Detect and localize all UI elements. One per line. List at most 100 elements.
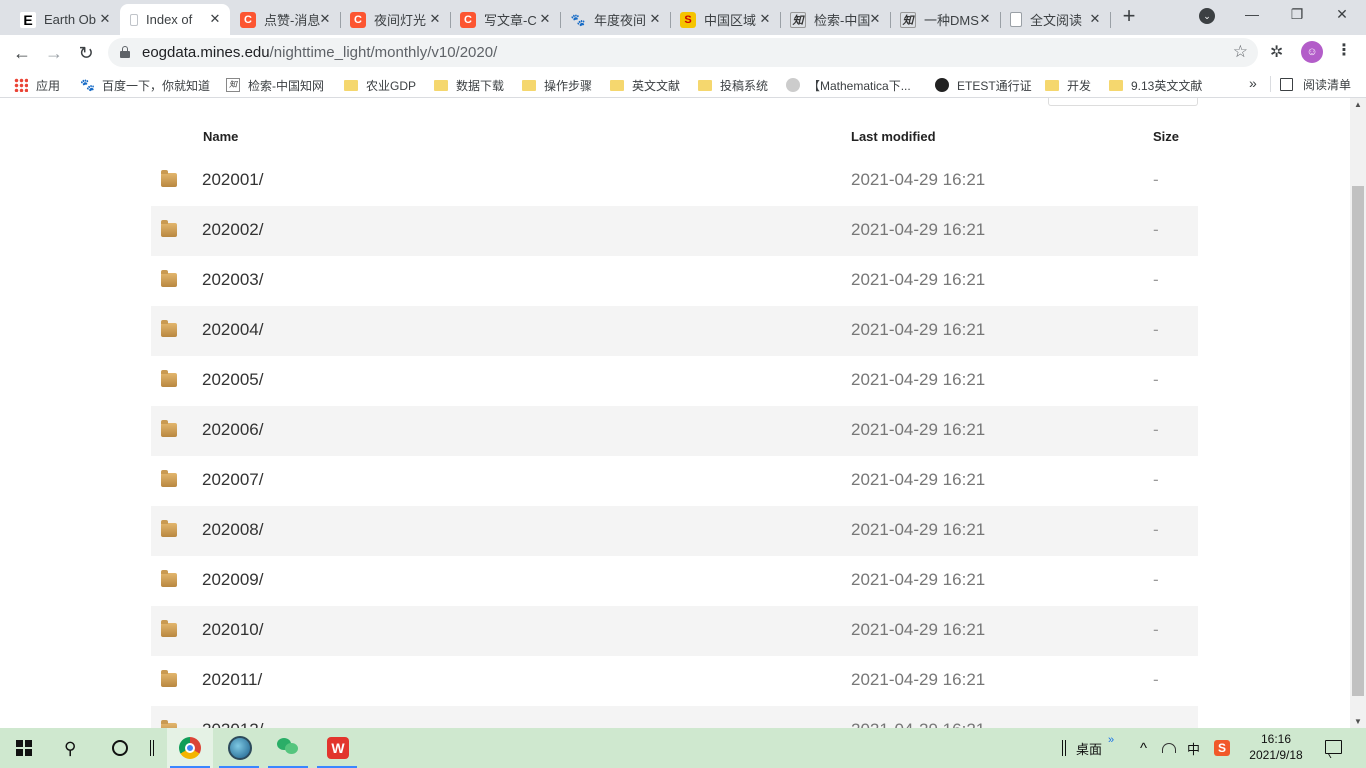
last-modified-cell: 2021-04-29 16:21 [851,620,986,639]
bookmark-item[interactable]: ETEST通行证 [935,76,1032,94]
ime-indicator[interactable]: 中 [1187,728,1200,768]
folder-link[interactable]: 202010/ [202,620,263,640]
tab-close-icon[interactable]: ✕ [978,12,992,26]
size-column-header[interactable]: Size [1153,129,1179,144]
tab-close-icon[interactable]: ✕ [538,12,552,26]
vertical-scrollbar[interactable]: ▲ ▼ [1350,98,1366,728]
folder-link[interactable]: 202007/ [202,470,263,490]
bookmark-item[interactable]: 投稿系统 [698,76,768,94]
table-row[interactable]: 202001/2021-04-29 16:21 - [151,156,1198,206]
browser-tab[interactable]: C 写文章-C ✕ [450,4,561,35]
bookmark-item[interactable]: 知检索-中国知网 [226,76,324,94]
window-close-button[interactable]: ✕ [1330,6,1354,26]
new-tab-button[interactable]: + [1118,5,1140,28]
browser-tab[interactable]: C 夜间灯光 ✕ [340,4,451,35]
bookmark-item[interactable]: 应用 [14,76,60,94]
browser-tab[interactable]: E Earth Ob ✕ [10,4,120,35]
taskbar-wechat-app[interactable] [265,728,311,768]
tab-close-icon[interactable]: ✕ [428,12,442,26]
table-row[interactable]: 202009/2021-04-29 16:21 - [151,556,1198,606]
forward-button[interactable]: → [42,41,66,65]
tab-close-icon[interactable]: ✕ [98,12,112,26]
desktop-chevron-icon[interactable]: » [1108,720,1114,760]
folder-link[interactable]: 202003/ [202,270,263,290]
tab-close-icon[interactable]: ✕ [648,12,662,26]
folder-link[interactable]: 202002/ [202,220,263,240]
extensions-puzzle-icon[interactable]: ✲ [1270,42,1283,62]
tab-close-icon[interactable]: ✕ [1088,12,1102,26]
bookmark-item[interactable]: 数据下载 [434,76,504,94]
restore-button[interactable]: ❐ [1285,6,1309,26]
bookmark-item[interactable]: 【Mathematica下... [786,76,911,94]
browser-tab[interactable]: S 中国区域 ✕ [670,4,781,35]
browser-tab[interactable]: C 点赞-消息 ✕ [230,4,341,35]
browser-tab[interactable]: 全文阅读 ✕ [1000,4,1111,35]
name-column-header[interactable]: Name [203,129,238,144]
table-row[interactable]: 202011/2021-04-29 16:21 - [151,656,1198,706]
more-bookmarks-chevron-icon[interactable]: » [1249,75,1257,91]
folder-link[interactable]: 202012/ [202,720,263,728]
folder-link[interactable]: 202004/ [202,320,263,340]
bookmark-item[interactable]: 开发 [1045,76,1091,94]
system-clock[interactable]: 16:16 2021/9/18 [1238,731,1314,763]
reading-list-button[interactable]: 阅读清单 [1280,76,1351,93]
tab-close-icon[interactable]: ✕ [758,12,772,26]
bookmark-star-icon[interactable]: ☆ [1233,42,1248,62]
table-row[interactable]: 202006/2021-04-29 16:21 - [151,406,1198,456]
tab-search-button[interactable]: ⌄ [1199,8,1215,24]
table-row[interactable]: 202002/2021-04-29 16:21 - [151,206,1198,256]
table-row[interactable]: 202003/2021-04-29 16:21 - [151,256,1198,306]
task-view-icon[interactable] [112,740,128,756]
table-row[interactable]: 202004/2021-04-29 16:21 - [151,306,1198,356]
desktop-toolbar-label[interactable]: 桌面 [1076,728,1102,768]
sogou-ime-icon[interactable]: S [1214,728,1230,768]
scroll-down-arrow-icon[interactable]: ▼ [1354,717,1362,726]
bookmark-item[interactable]: 🐾 百度一下，你就知道 [80,76,210,94]
tab-close-icon[interactable]: ✕ [208,12,222,26]
profile-avatar[interactable]: ☺ [1301,41,1323,63]
taskbar-chrome-app[interactable] [167,728,213,768]
tab-close-icon[interactable]: ✕ [318,12,332,26]
folder-link[interactable]: 202008/ [202,520,263,540]
bookmark-item[interactable]: 操作步骤 [522,76,592,94]
action-center-icon[interactable] [1325,740,1342,754]
browser-tab[interactable]: 🐾 年度夜间 ✕ [560,4,671,35]
bookmark-item[interactable]: 农业GDP [344,76,416,94]
start-button-windows-icon[interactable] [16,740,32,756]
scroll-up-arrow-icon[interactable]: ▲ [1354,100,1362,109]
taskbar-wps-app[interactable]: W [314,728,360,768]
show-hidden-icons-icon[interactable]: ^ [1140,728,1147,768]
address-bar[interactable]: eogdata.mines.edu/nighttime_light/monthl… [108,38,1258,67]
browser-tab[interactable]: 知检索-中国 ✕ [780,4,891,35]
folder-link[interactable]: 202006/ [202,420,263,440]
table-row[interactable]: 202010/2021-04-29 16:21 - [151,606,1198,656]
browser-menu-icon[interactable]: ⋮ [1336,42,1352,60]
bookmark-item[interactable]: 英文文献 [610,76,680,94]
browser-tab[interactable]: Index of ✕ [120,4,230,35]
taskbar-globe-app[interactable] [216,728,262,768]
taskbar-search-icon[interactable]: ⚲ [64,739,76,759]
bookmark-item[interactable]: 9.13英文文献 [1109,76,1202,94]
folder-link[interactable]: 202011/ [202,670,262,690]
back-button[interactable]: ← [10,41,34,65]
folder-link[interactable]: 202009/ [202,570,263,590]
table-row[interactable]: 202005/2021-04-29 16:21 - [151,356,1198,406]
folder-link[interactable]: 202005/ [202,370,263,390]
last-modified-cell: 2021-04-29 16:21 [851,670,986,689]
folder-link[interactable]: 202001/ [202,170,263,190]
table-row[interactable]: 202007/2021-04-29 16:21 - [151,456,1198,506]
lock-icon[interactable] [120,46,130,58]
folder-icon [1109,79,1123,91]
url-text[interactable]: eogdata.mines.edu/nighttime_light/monthl… [142,44,497,61]
browser-tab[interactable]: 知一种DMS ✕ [890,4,1001,35]
network-icon[interactable] [1162,728,1176,768]
modified-column-header[interactable]: Last modified [851,129,936,144]
reload-button[interactable]: ↻ [74,41,98,65]
search-box-partial[interactable] [1048,98,1198,106]
cnki-icon: 知 [226,78,240,92]
table-row[interactable]: 202008/2021-04-29 16:21 - [151,506,1198,556]
table-row[interactable]: 202012/2021-04-29 16:21 - [151,706,1198,728]
scrollbar-thumb[interactable] [1352,186,1364,696]
tab-close-icon[interactable]: ✕ [868,12,882,26]
minimize-button[interactable]: — [1240,6,1264,26]
